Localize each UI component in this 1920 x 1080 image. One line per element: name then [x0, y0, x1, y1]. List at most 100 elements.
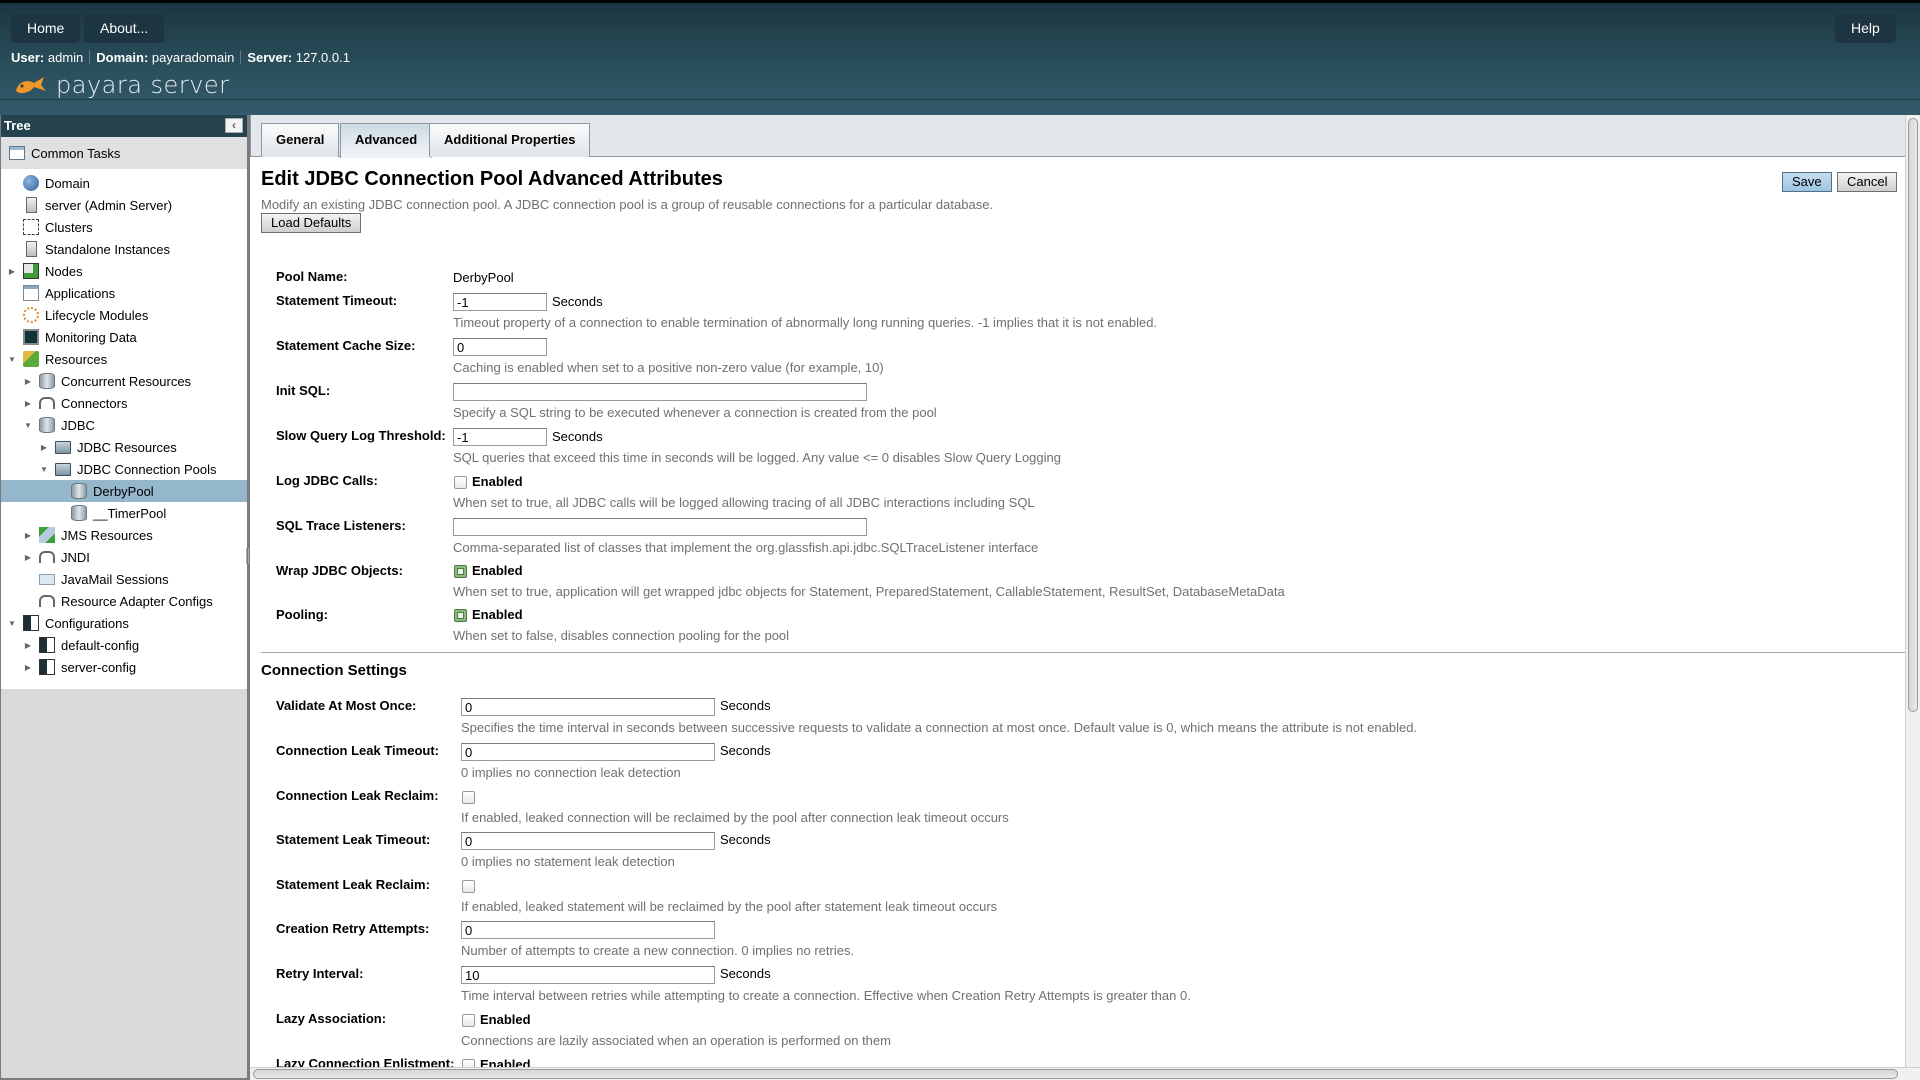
tree-item-jdbc-resources[interactable]: ▶ JDBC Resources	[1, 436, 247, 458]
help-button[interactable]: Help	[1835, 14, 1896, 43]
expand-icon[interactable]: ▶	[23, 377, 33, 386]
tree-item-jdbc-connection-pools[interactable]: ▼ JDBC Connection Pools	[1, 458, 247, 480]
tree-item-nodes[interactable]: ▶ Nodes	[1, 260, 247, 282]
save-button[interactable]: Save	[1782, 172, 1832, 192]
tab-additional-properties[interactable]: Additional Properties	[429, 123, 591, 157]
log-jdbc-calls-checkbox[interactable]	[454, 476, 467, 489]
expand-icon[interactable]: ▶	[23, 663, 33, 672]
tree-item-timerpool[interactable]: __TimerPool	[1, 502, 247, 524]
collapse-icon[interactable]: ▼	[39, 465, 49, 474]
connection-leak-reclaim-help: If enabled, leaked connection will be re…	[461, 810, 1009, 825]
tree-item-standalone-instances[interactable]: Standalone Instances	[1, 238, 247, 260]
cancel-button[interactable]: Cancel	[1837, 172, 1898, 192]
lazy-association-label: Lazy Association:	[276, 1011, 387, 1026]
pooling-label: Pooling:	[276, 607, 328, 622]
wrap-jdbc-objects-checkbox[interactable]	[454, 565, 467, 578]
tree-item-label: server (Admin Server)	[45, 197, 173, 213]
statement-leak-timeout-input[interactable]	[461, 832, 715, 850]
tree-item-label: DerbyPool	[93, 483, 154, 499]
tree-item-resources[interactable]: ▼ Resources	[1, 348, 247, 370]
log-jdbc-calls-option[interactable]: Enabled	[472, 474, 523, 489]
connection-settings-heading: Connection Settings	[261, 662, 407, 679]
about-button[interactable]: About...	[84, 14, 165, 43]
load-defaults-button[interactable]: Load Defaults	[261, 213, 362, 233]
lazy-association-help: Connections are lazily associated when a…	[461, 1033, 891, 1048]
expand-icon[interactable]: ▶	[7, 267, 17, 276]
tree-item-connectors[interactable]: ▶ Connectors	[1, 392, 247, 414]
creation-retry-attempts-help: Number of attempts to create a new conne…	[461, 943, 855, 958]
expand-icon[interactable]: ▶	[23, 531, 33, 540]
tree-item-derbypool[interactable]: DerbyPool	[1, 480, 247, 502]
expand-icon[interactable]: ▶	[23, 553, 33, 562]
statement-cache-size-help: Caching is enabled when set to a positiv…	[453, 360, 884, 375]
collapse-tree-button[interactable]: ‹	[225, 118, 243, 133]
tree-item-label: Configurations	[45, 615, 129, 631]
tree-item-server[interactable]: server (Admin Server)	[1, 194, 247, 216]
connection-leak-timeout-input[interactable]	[461, 743, 715, 761]
tree-item-resource-adapter-configs[interactable]: Resource Adapter Configs	[1, 590, 247, 612]
collapse-icon[interactable]: ▼	[7, 355, 17, 364]
statement-leak-reclaim-checkbox[interactable]	[462, 880, 475, 893]
tree-item-jms-resources[interactable]: ▶ JMS Resources	[1, 524, 247, 546]
tree-item-default-config[interactable]: ▶ default-config	[1, 634, 247, 656]
retry-interval-input[interactable]	[461, 966, 715, 984]
vertical-scrollbar-thumb[interactable]	[1908, 118, 1918, 712]
lazy-association-checkbox[interactable]	[462, 1014, 475, 1027]
tree-item-monitoring-data[interactable]: Monitoring Data	[1, 326, 247, 348]
tree-item-label: JavaMail Sessions	[61, 571, 169, 587]
lazy-association-option[interactable]: Enabled	[480, 1012, 531, 1027]
creation-retry-attempts-input[interactable]	[461, 921, 715, 939]
common-tasks-link[interactable]: Common Tasks	[1, 137, 247, 169]
tree-item-jndi[interactable]: ▶ JNDI	[1, 546, 247, 568]
statement-timeout-input[interactable]	[453, 293, 547, 311]
connection-leak-reclaim-checkbox[interactable]	[462, 791, 475, 804]
tab-advanced[interactable]: Advanced	[340, 123, 433, 158]
tree-item-label: __TimerPool	[93, 505, 167, 521]
home-button[interactable]: Home	[11, 14, 81, 43]
validate-at-most-once-input[interactable]	[461, 698, 715, 716]
validate-at-most-once-label: Validate At Most Once:	[276, 698, 417, 713]
sql-trace-listeners-label: SQL Trace Listeners:	[276, 518, 406, 533]
tree-item-lifecycle-modules[interactable]: Lifecycle Modules	[1, 304, 247, 326]
tree-item-clusters[interactable]: Clusters	[1, 216, 247, 238]
tree-item-label: Clusters	[45, 219, 93, 235]
tree-item-concurrent-resources[interactable]: ▶ Concurrent Resources	[1, 370, 247, 392]
expand-icon[interactable]: ▶	[23, 641, 33, 650]
connection-leak-reclaim-label: Connection Leak Reclaim:	[276, 788, 439, 803]
creation-retry-attempts-label: Creation Retry Attempts:	[276, 921, 430, 936]
pooling-checkbox[interactable]	[454, 609, 467, 622]
tab-general[interactable]: General	[261, 123, 340, 157]
statement-cache-size-input[interactable]	[453, 338, 547, 356]
globe-icon	[23, 175, 39, 191]
collapse-icon[interactable]: ▼	[23, 421, 33, 430]
tree-item-jdbc[interactable]: ▼ JDBC	[1, 414, 247, 436]
wrap-jdbc-objects-option[interactable]: Enabled	[472, 563, 523, 578]
connection-leak-timeout-help: 0 implies no connection leak detection	[461, 765, 681, 780]
horizontal-scrollbar-thumb[interactable]	[253, 1069, 1898, 1079]
slow-query-threshold-input[interactable]	[453, 428, 547, 446]
tree-item-label: Resource Adapter Configs	[61, 593, 213, 609]
collapse-icon[interactable]: ▼	[7, 619, 17, 628]
tree-item-label: server-config	[61, 659, 137, 675]
pooling-option[interactable]: Enabled	[472, 607, 523, 622]
user-label: User:	[11, 50, 45, 65]
expand-icon[interactable]: ▶	[39, 443, 49, 452]
retry-interval-help: Time interval between retries while atte…	[461, 988, 1191, 1003]
tree-item-label: JDBC Connection Pools	[77, 461, 217, 477]
tree-item-applications[interactable]: Applications	[1, 282, 247, 304]
sql-trace-listeners-input[interactable]	[453, 518, 867, 536]
tree-item-server-config[interactable]: ▶ server-config	[1, 656, 247, 678]
tree-item-domain[interactable]: Domain	[1, 172, 247, 194]
tree-item-label: default-config	[61, 637, 140, 653]
tree-item-javamail-sessions[interactable]: JavaMail Sessions	[1, 568, 247, 590]
horizontal-scrollbar[interactable]	[250, 1067, 1920, 1080]
tree-item-configurations[interactable]: ▼ Configurations	[1, 612, 247, 634]
config-icon	[23, 615, 39, 631]
vertical-scrollbar[interactable]	[1905, 115, 1920, 1067]
server-icon	[26, 241, 37, 257]
sql-trace-listeners-help: Comma-separated list of classes that imp…	[453, 540, 1039, 555]
panel-splitter-handle[interactable]	[246, 548, 249, 564]
init-sql-input[interactable]	[453, 383, 867, 401]
expand-icon[interactable]: ▶	[23, 399, 33, 408]
domain-label: Domain:	[96, 50, 149, 65]
